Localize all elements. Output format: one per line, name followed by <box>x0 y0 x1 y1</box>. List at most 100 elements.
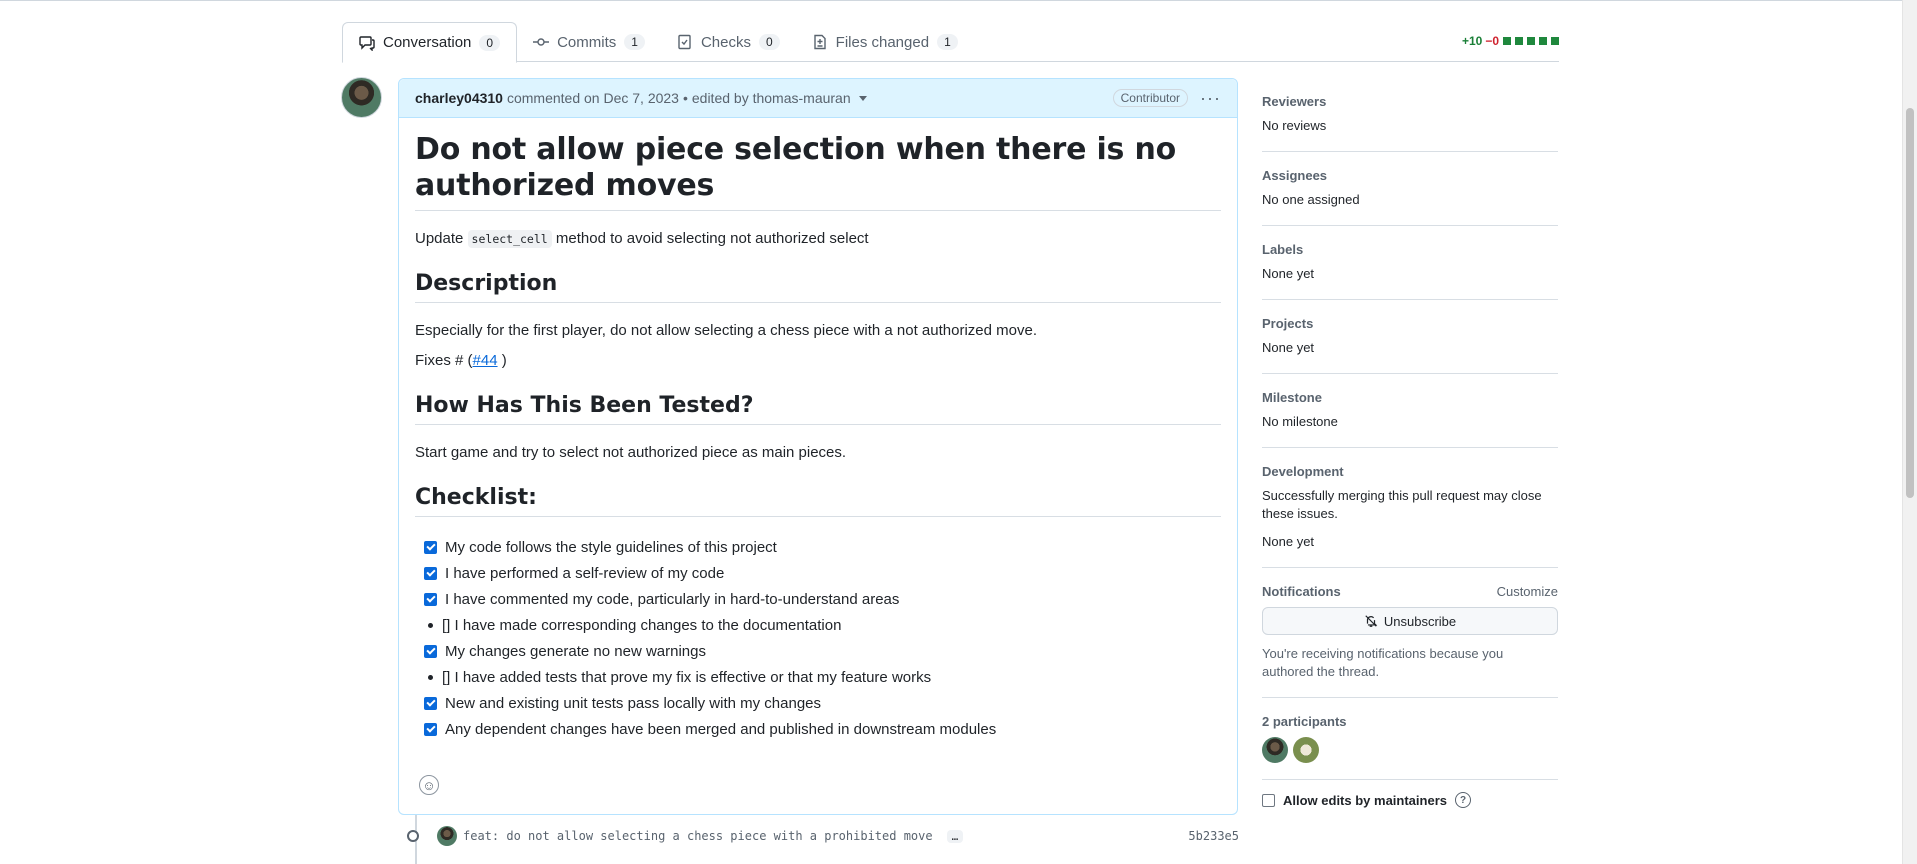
comment-icon <box>359 35 375 51</box>
heading-text: Milestone <box>1262 390 1322 405</box>
assignees-heading[interactable]: Assignees <box>1262 168 1558 183</box>
notifications-heading: Notifications Customize <box>1262 584 1558 599</box>
edited-by[interactable]: edited by thomas-mauran <box>692 90 851 106</box>
checklist-item: My changes generate no new warnings <box>415 639 1221 664</box>
diffstat-block <box>1527 37 1535 45</box>
commit-author-avatar[interactable] <box>437 826 457 846</box>
separator: • <box>682 90 688 106</box>
commit-sha[interactable]: 5b233e5 <box>1188 829 1239 843</box>
development-value: None yet <box>1262 534 1315 549</box>
checklist-item: Any dependent changes have been merged a… <box>415 717 1221 742</box>
diffstat-block <box>1539 37 1547 45</box>
bullet <box>428 623 433 628</box>
customize-link[interactable]: Customize <box>1497 584 1558 599</box>
heading-text: 2 participants <box>1262 714 1347 729</box>
milestone-heading[interactable]: Milestone <box>1262 390 1558 405</box>
checklist: My code follows the style guidelines of … <box>415 535 1221 742</box>
assignees-value: No one assigned <box>1262 192 1360 207</box>
checklist-item: New and existing unit tests pass locally… <box>415 691 1221 716</box>
comment-body: Do not allow piece selection when there … <box>399 118 1237 742</box>
diffstat[interactable]: +10 −0 <box>1462 34 1559 48</box>
reviewers-value: No reviews <box>1262 118 1327 133</box>
participants-section: 2 participants <box>1262 698 1558 780</box>
bullet <box>428 675 433 680</box>
intro-text: method to avoid selecting not authorized… <box>555 230 869 247</box>
reviewers-heading[interactable]: Reviewers <box>1262 94 1558 109</box>
checklist-text: My code follows the style guidelines of … <box>445 539 777 556</box>
heading-text: Development <box>1262 464 1344 479</box>
allow-edits-label[interactable]: Allow edits by maintainers <box>1283 793 1447 808</box>
participants-heading: 2 participants <box>1262 714 1558 729</box>
tab-files-changed[interactable]: Files changed 1 <box>796 22 974 62</box>
comment-header: charley04310 commented on Dec 7, 2023 • … <box>399 79 1237 118</box>
heading-text: Notifications <box>1262 584 1341 599</box>
participant-avatar[interactable] <box>1293 737 1319 763</box>
fixes-text: ) <box>501 352 507 369</box>
checklist-text: I have commented my code, particularly i… <box>445 591 900 608</box>
participant-avatar[interactable] <box>1262 737 1288 763</box>
checkbox-checked[interactable] <box>424 541 437 554</box>
checkbox-checked[interactable] <box>424 567 437 580</box>
checkbox-checked[interactable] <box>424 697 437 710</box>
comment-action[interactable]: commented on Dec 7, 2023 <box>507 90 679 106</box>
author-link[interactable]: charley04310 <box>415 90 503 106</box>
checkbox-checked[interactable] <box>424 593 437 606</box>
labels-section: Labels None yet <box>1262 226 1558 300</box>
unsubscribe-button[interactable]: Unsubscribe <box>1262 607 1558 635</box>
projects-heading[interactable]: Projects <box>1262 316 1558 331</box>
scrollbar-thumb[interactable] <box>1906 108 1914 498</box>
checklist-text: My changes generate no new warnings <box>445 643 706 660</box>
tab-counter: 1 <box>624 34 645 50</box>
reviewers-section: Reviewers No reviews <box>1262 78 1558 152</box>
labels-value: None yet <box>1262 266 1315 281</box>
author-avatar[interactable] <box>341 77 382 118</box>
checkbox-checked[interactable] <box>424 645 437 658</box>
labels-heading[interactable]: Labels <box>1262 242 1558 257</box>
tab-commits[interactable]: Commits 1 <box>517 22 661 62</box>
checklist-text: I have performed a self-review of my cod… <box>445 565 725 582</box>
commit-message[interactable]: feat: do not allow selecting a chess pie… <box>463 829 933 843</box>
deletions-count: −0 <box>1485 34 1499 48</box>
additions-count: +10 <box>1461 34 1483 48</box>
projects-value: None yet <box>1262 340 1315 355</box>
bell-slash-icon <box>1365 615 1378 627</box>
issue-link[interactable]: #44 <box>473 352 498 369</box>
checklist-text: [] I have added tests that prove my fix … <box>442 669 932 686</box>
tab-counter: 1 <box>937 34 958 50</box>
checklist-item: [] I have made corresponding changes to … <box>415 613 1221 638</box>
heading-text: Labels <box>1262 242 1304 257</box>
tab-checks[interactable]: Checks 0 <box>661 22 796 62</box>
diffstat-block <box>1503 37 1511 45</box>
tab-label: Checks <box>700 33 751 51</box>
contributor-badge: Contributor <box>1112 89 1189 107</box>
assignees-section: Assignees No one assigned <box>1262 152 1558 226</box>
heading-tested: How Has This Been Tested? <box>415 393 1221 425</box>
development-section: Development Successfully merging this pu… <box>1262 448 1558 568</box>
development-heading[interactable]: Development <box>1262 464 1558 479</box>
checklist-text: [] I have made corresponding changes to … <box>442 617 842 634</box>
top-border <box>0 0 1917 1</box>
milestone-section: Milestone No milestone <box>1262 374 1558 448</box>
chevron-down-icon[interactable] <box>858 95 867 101</box>
add-reaction-button[interactable]: ☺ <box>419 775 439 795</box>
projects-section: Projects None yet <box>1262 300 1558 374</box>
checklist-item: My code follows the style guidelines of … <box>415 535 1221 560</box>
checkbox-checked[interactable] <box>424 723 437 736</box>
tab-label: Files changed <box>835 33 930 51</box>
checklist-item: I have commented my code, particularly i… <box>415 587 1221 612</box>
development-text: Successfully merging this pull request m… <box>1262 488 1542 521</box>
heading-text: Assignees <box>1262 168 1328 183</box>
tab-label: Commits <box>557 33 617 51</box>
scrollbar[interactable] <box>1902 0 1917 864</box>
inline-code: select_cell <box>467 230 552 248</box>
kebab-horizontal-icon[interactable]: ··· <box>1200 88 1221 109</box>
pr-sidebar: Reviewers No reviews Assignees No one as… <box>1262 78 1558 808</box>
question-icon[interactable]: ? <box>1455 792 1471 808</box>
description-text: Especially for the first player, do not … <box>415 322 1037 339</box>
commit-icon <box>533 38 550 46</box>
tab-conversation[interactable]: Conversation 0 <box>342 22 518 63</box>
checklist-text: Any dependent changes have been merged a… <box>445 721 997 738</box>
expand-commit-button[interactable]: … <box>946 829 964 843</box>
diffstat-block <box>1515 37 1523 45</box>
allow-edits-checkbox[interactable] <box>1262 793 1275 807</box>
